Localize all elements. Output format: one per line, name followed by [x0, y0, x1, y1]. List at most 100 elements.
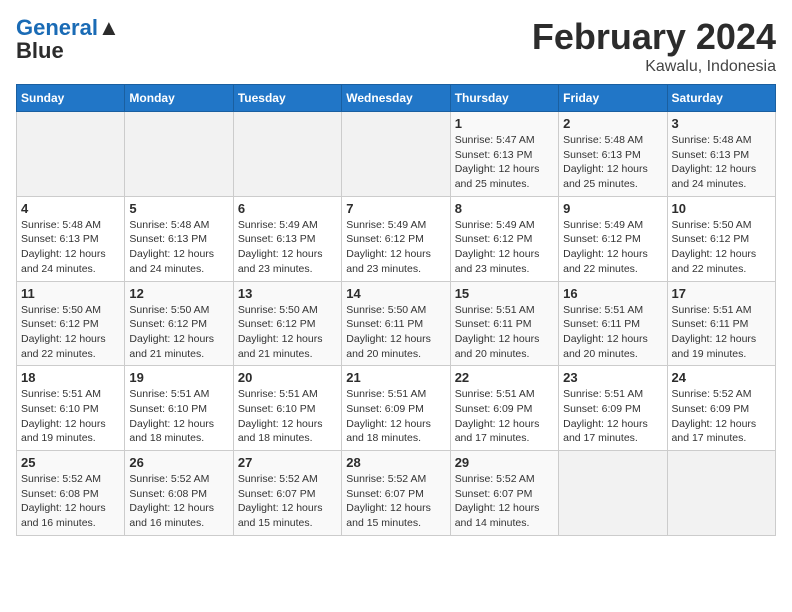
day-info: Sunrise: 5:49 AM Sunset: 6:12 PM Dayligh…: [563, 218, 662, 277]
month-title: February 2024: [532, 16, 776, 58]
day-cell: 6 Sunrise: 5:49 AM Sunset: 6:13 PM Daylig…: [233, 196, 341, 281]
day-number: 3: [672, 116, 771, 131]
day-number: 23: [563, 370, 662, 385]
day-number: 14: [346, 286, 445, 301]
day-cell: 18 Sunrise: 5:51 AM Sunset: 6:10 PM Dayli…: [17, 366, 125, 451]
day-number: 12: [129, 286, 228, 301]
day-cell: [233, 112, 341, 197]
day-number: 13: [238, 286, 337, 301]
calendar-header: SundayMondayTuesdayWednesdayThursdayFrid…: [17, 85, 776, 112]
day-cell: 11 Sunrise: 5:50 AM Sunset: 6:12 PM Dayli…: [17, 281, 125, 366]
day-cell: 14Sunrise: 5:50 AM Sunset: 6:11 PM Dayli…: [342, 281, 450, 366]
day-cell: [125, 112, 233, 197]
day-cell: [559, 451, 667, 536]
day-cell: 7 Sunrise: 5:49 AM Sunset: 6:12 PM Daylig…: [342, 196, 450, 281]
day-number: 20: [238, 370, 337, 385]
day-info: Sunrise: 5:49 AM Sunset: 6:13 PM Dayligh…: [238, 218, 337, 277]
day-number: 29: [455, 455, 554, 470]
weekday-tuesday: Tuesday: [233, 85, 341, 112]
weekday-sunday: Sunday: [17, 85, 125, 112]
day-cell: 16Sunrise: 5:51 AM Sunset: 6:11 PM Dayli…: [559, 281, 667, 366]
day-info: Sunrise: 5:52 AM Sunset: 6:09 PM Dayligh…: [672, 387, 771, 446]
day-cell: 10 Sunrise: 5:50 AM Sunset: 6:12 PM Dayli…: [667, 196, 775, 281]
day-cell: 17Sunrise: 5:51 AM Sunset: 6:11 PM Dayli…: [667, 281, 775, 366]
day-info: Sunrise: 5:51 AM Sunset: 6:11 PM Dayligh…: [455, 303, 554, 362]
day-cell: 28Sunrise: 5:52 AM Sunset: 6:07 PM Dayli…: [342, 451, 450, 536]
day-number: 1: [455, 116, 554, 131]
day-number: 5: [129, 201, 228, 216]
day-number: 18: [21, 370, 120, 385]
day-cell: [667, 451, 775, 536]
day-info: Sunrise: 5:51 AM Sunset: 6:10 PM Dayligh…: [238, 387, 337, 446]
day-number: 26: [129, 455, 228, 470]
day-info: Sunrise: 5:48 AM Sunset: 6:13 PM Dayligh…: [129, 218, 228, 277]
day-info: Sunrise: 5:51 AM Sunset: 6:10 PM Dayligh…: [21, 387, 120, 446]
day-cell: 19Sunrise: 5:51 AM Sunset: 6:10 PM Dayli…: [125, 366, 233, 451]
day-info: Sunrise: 5:52 AM Sunset: 6:07 PM Dayligh…: [455, 472, 554, 531]
day-info: Sunrise: 5:50 AM Sunset: 6:12 PM Dayligh…: [238, 303, 337, 362]
logo: General▲ Blue: [16, 16, 120, 62]
day-info: Sunrise: 5:49 AM Sunset: 6:12 PM Dayligh…: [346, 218, 445, 277]
day-cell: 22 Sunrise: 5:51 AM Sunset: 6:09 PM Dayli…: [450, 366, 558, 451]
day-info: Sunrise: 5:50 AM Sunset: 6:12 PM Dayligh…: [672, 218, 771, 277]
day-info: Sunrise: 5:49 AM Sunset: 6:12 PM Dayligh…: [455, 218, 554, 277]
day-cell: 15 Sunrise: 5:51 AM Sunset: 6:11 PM Dayli…: [450, 281, 558, 366]
day-cell: 21Sunrise: 5:51 AM Sunset: 6:09 PM Dayli…: [342, 366, 450, 451]
day-info: Sunrise: 5:51 AM Sunset: 6:09 PM Dayligh…: [563, 387, 662, 446]
week-row-3: 11 Sunrise: 5:50 AM Sunset: 6:12 PM Dayli…: [17, 281, 776, 366]
day-cell: 1 Sunrise: 5:47 AM Sunset: 6:13 PM Daylig…: [450, 112, 558, 197]
day-cell: 27Sunrise: 5:52 AM Sunset: 6:07 PM Dayli…: [233, 451, 341, 536]
day-cell: 24 Sunrise: 5:52 AM Sunset: 6:09 PM Dayli…: [667, 366, 775, 451]
week-row-5: 25 Sunrise: 5:52 AM Sunset: 6:08 PM Dayli…: [17, 451, 776, 536]
day-cell: 2Sunrise: 5:48 AM Sunset: 6:13 PM Daylig…: [559, 112, 667, 197]
day-info: Sunrise: 5:48 AM Sunset: 6:13 PM Dayligh…: [563, 133, 662, 192]
weekday-monday: Monday: [125, 85, 233, 112]
day-number: 28: [346, 455, 445, 470]
day-info: Sunrise: 5:52 AM Sunset: 6:08 PM Dayligh…: [129, 472, 228, 531]
week-row-2: 4 Sunrise: 5:48 AM Sunset: 6:13 PM Daylig…: [17, 196, 776, 281]
day-cell: 9 Sunrise: 5:49 AM Sunset: 6:12 PM Daylig…: [559, 196, 667, 281]
day-cell: 5 Sunrise: 5:48 AM Sunset: 6:13 PM Daylig…: [125, 196, 233, 281]
weekday-thursday: Thursday: [450, 85, 558, 112]
day-info: Sunrise: 5:48 AM Sunset: 6:13 PM Dayligh…: [21, 218, 120, 277]
weekday-friday: Friday: [559, 85, 667, 112]
day-cell: 29 Sunrise: 5:52 AM Sunset: 6:07 PM Dayli…: [450, 451, 558, 536]
day-number: 7: [346, 201, 445, 216]
day-info: Sunrise: 5:50 AM Sunset: 6:12 PM Dayligh…: [129, 303, 228, 362]
title-block: February 2024 Kawalu, Indonesia: [532, 16, 776, 76]
day-cell: 12 Sunrise: 5:50 AM Sunset: 6:12 PM Dayli…: [125, 281, 233, 366]
day-number: 24: [672, 370, 771, 385]
day-info: Sunrise: 5:52 AM Sunset: 6:08 PM Dayligh…: [21, 472, 120, 531]
day-cell: [342, 112, 450, 197]
day-number: 4: [21, 201, 120, 216]
day-cell: 8 Sunrise: 5:49 AM Sunset: 6:12 PM Daylig…: [450, 196, 558, 281]
day-number: 8: [455, 201, 554, 216]
day-info: Sunrise: 5:51 AM Sunset: 6:09 PM Dayligh…: [346, 387, 445, 446]
day-info: Sunrise: 5:51 AM Sunset: 6:09 PM Dayligh…: [455, 387, 554, 446]
calendar-table: SundayMondayTuesdayWednesdayThursdayFrid…: [16, 84, 776, 536]
day-number: 9: [563, 201, 662, 216]
day-number: 25: [21, 455, 120, 470]
day-number: 10: [672, 201, 771, 216]
logo-text: General▲: [16, 16, 120, 40]
day-number: 16: [563, 286, 662, 301]
day-number: 22: [455, 370, 554, 385]
day-info: Sunrise: 5:50 AM Sunset: 6:12 PM Dayligh…: [21, 303, 120, 362]
weekday-saturday: Saturday: [667, 85, 775, 112]
weekday-wednesday: Wednesday: [342, 85, 450, 112]
day-cell: 23 Sunrise: 5:51 AM Sunset: 6:09 PM Dayli…: [559, 366, 667, 451]
day-number: 6: [238, 201, 337, 216]
day-number: 15: [455, 286, 554, 301]
calendar-body: 1 Sunrise: 5:47 AM Sunset: 6:13 PM Daylig…: [17, 112, 776, 536]
location: Kawalu, Indonesia: [532, 58, 776, 76]
weekday-header-row: SundayMondayTuesdayWednesdayThursdayFrid…: [17, 85, 776, 112]
day-number: 27: [238, 455, 337, 470]
day-cell: 13 Sunrise: 5:50 AM Sunset: 6:12 PM Dayli…: [233, 281, 341, 366]
day-cell: 26 Sunrise: 5:52 AM Sunset: 6:08 PM Dayli…: [125, 451, 233, 536]
day-cell: [17, 112, 125, 197]
day-info: Sunrise: 5:51 AM Sunset: 6:10 PM Dayligh…: [129, 387, 228, 446]
page-header: General▲ Blue February 2024 Kawalu, Indo…: [16, 16, 776, 76]
day-number: 11: [21, 286, 120, 301]
day-info: Sunrise: 5:47 AM Sunset: 6:13 PM Dayligh…: [455, 133, 554, 192]
day-cell: 4 Sunrise: 5:48 AM Sunset: 6:13 PM Daylig…: [17, 196, 125, 281]
